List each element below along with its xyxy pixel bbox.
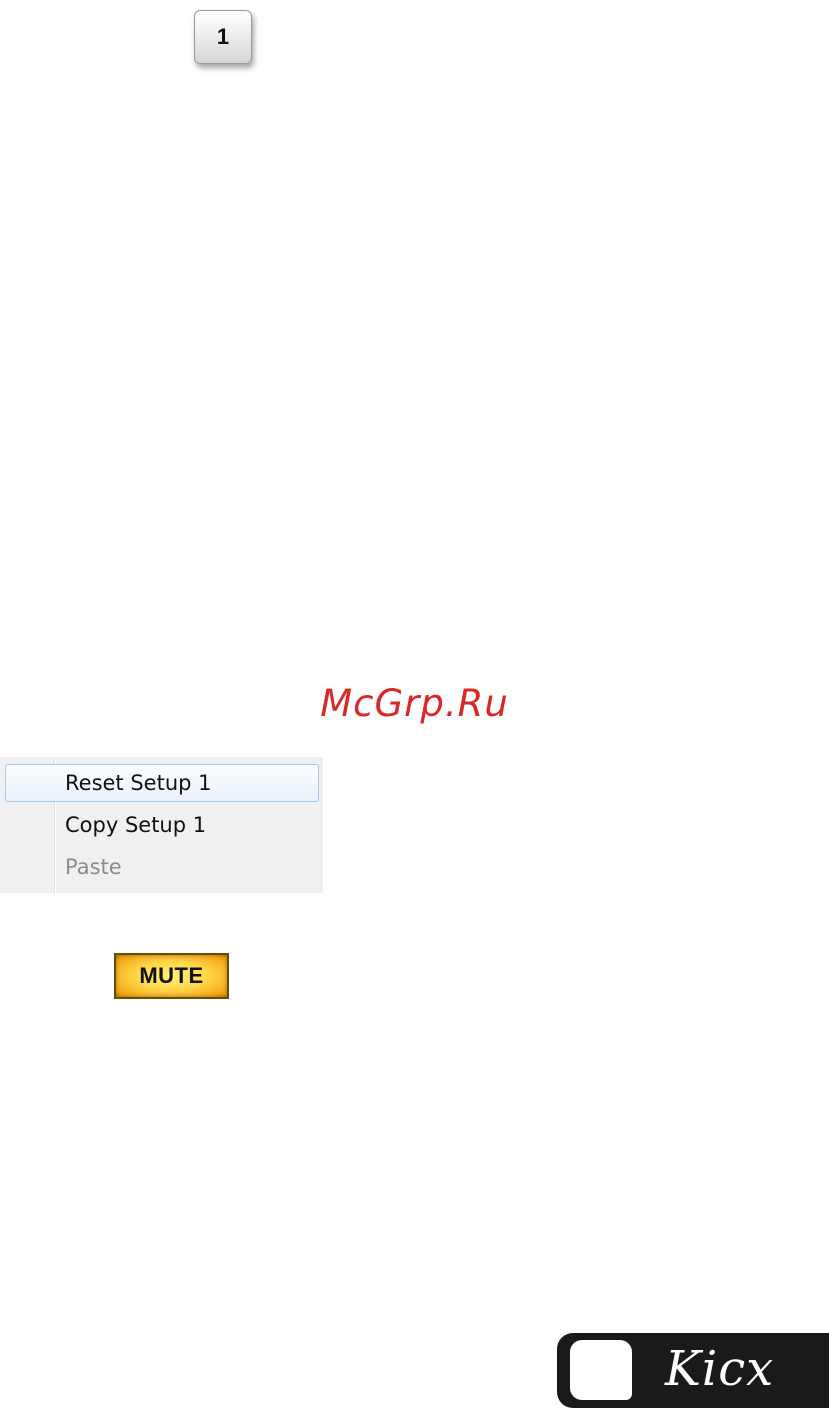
menu-item-label: Copy Setup 1 [65, 813, 207, 837]
mute-button-label: MUTE [139, 963, 204, 988]
menu-item-label: Reset Setup 1 [65, 771, 212, 795]
brand-logo: Kicx [557, 1333, 829, 1408]
menu-item-paste: Paste [5, 848, 319, 886]
menu-item-label: Paste [65, 855, 122, 879]
menu-item-reset-setup[interactable]: Reset Setup 1 [5, 764, 319, 802]
setup-1-button[interactable]: 1 [194, 10, 252, 64]
watermark: McGrp.Ru [320, 682, 509, 725]
context-menu: Reset Setup 1 Copy Setup 1 Paste [0, 757, 323, 893]
mute-button[interactable]: MUTE [114, 953, 229, 999]
setup-button-label: 1 [216, 24, 230, 49]
menu-item-copy-setup[interactable]: Copy Setup 1 [5, 806, 319, 844]
logo-text: Kicx [665, 1341, 775, 1397]
logo-square-icon [570, 1340, 632, 1400]
